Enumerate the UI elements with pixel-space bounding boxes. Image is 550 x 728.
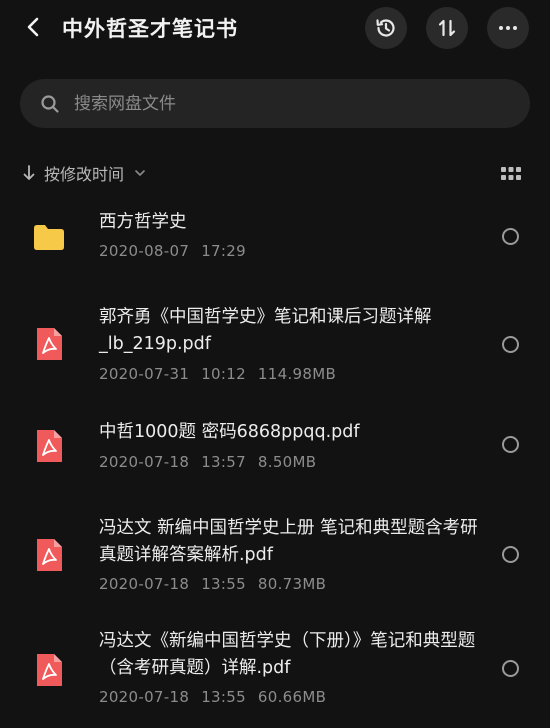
back-button[interactable] (18, 12, 48, 42)
list-item[interactable]: 冯达文 新编中国哲学史上册 笔记和典型题含考研真题详解答案解析.pdf 2020… (0, 505, 550, 615)
file-time: 13:57 (201, 453, 246, 471)
search-bar[interactable] (20, 79, 530, 128)
file-date: 2020-07-18 (99, 575, 190, 593)
list-item[interactable]: 西方哲学史 2020-08-07 17:29 (0, 190, 550, 280)
file-meta: 2020-07-18 13:57 8.50MB (99, 453, 328, 471)
top-bar: 中外哲圣才笔记书 (0, 0, 550, 56)
folder-icon (31, 219, 67, 255)
list-item[interactable]: 冯达文《新编中国哲学史（下册）》笔记和典型题（含考研真题）详解.pdf 2020… (0, 622, 550, 728)
pdf-icon (31, 652, 67, 688)
file-time: 13:55 (201, 688, 246, 706)
file-time: 10:12 (201, 365, 246, 383)
chevron-down-icon (134, 169, 146, 177)
file-size: 8.50MB (257, 453, 317, 471)
search-icon (41, 94, 59, 113)
file-date: 2020-07-18 (99, 688, 190, 706)
file-name: 冯达文《新编中国哲学史（下册）》笔记和典型题（含考研真题）详解.pdf (99, 631, 476, 678)
file-size: 60.66MB (257, 688, 327, 706)
sort-arrows-icon (438, 19, 456, 37)
arrow-down-icon (23, 165, 35, 180)
chevron-left-icon (27, 17, 39, 37)
file-size: 80.73MB (257, 575, 327, 593)
file-meta: 2020-08-07 17:29 (99, 242, 270, 260)
file-name: 郭齐勇《中国哲学史》笔记和课后习题详解_lb_219p.pdf (99, 307, 432, 354)
file-size: 114.98MB (257, 365, 337, 383)
select-radio[interactable] (502, 660, 519, 677)
list-item[interactable]: 郭齐勇《中国哲学史》笔记和课后习题详解_lb_219p.pdf 2020-07-… (0, 290, 550, 400)
more-dots-icon (499, 26, 517, 30)
file-name: 中哲1000题 密码6868ppqq.pdf (99, 422, 360, 442)
file-meta: 2020-07-18 13:55 80.73MB (99, 575, 338, 593)
more-button[interactable] (487, 7, 529, 49)
pdf-icon (31, 428, 67, 464)
select-radio[interactable] (502, 546, 519, 563)
grid-view-button[interactable] (500, 166, 522, 182)
pdf-icon (31, 326, 67, 362)
sort-selector[interactable]: 按修改时间 (22, 158, 146, 188)
search-input[interactable] (74, 93, 494, 114)
select-radio[interactable] (502, 336, 519, 353)
sort-label: 按修改时间 (44, 165, 125, 184)
select-radio[interactable] (502, 436, 519, 453)
file-name: 冯达文 新编中国哲学史上册 笔记和典型题含考研真题详解答案解析.pdf (99, 518, 478, 565)
pdf-icon (31, 537, 67, 573)
file-meta: 2020-07-31 10:12 114.98MB (99, 365, 348, 383)
list-item[interactable]: 中哲1000题 密码6868ppqq.pdf 2020-07-18 13:57 8.… (0, 408, 550, 498)
file-name: 西方哲学史 (99, 212, 187, 232)
page-title: 中外哲圣才笔记书 (62, 17, 238, 41)
file-meta: 2020-07-18 13:55 60.66MB (99, 688, 338, 706)
sort-button[interactable] (426, 7, 468, 49)
file-date: 2020-08-07 (99, 242, 190, 260)
history-button[interactable] (365, 7, 407, 49)
history-icon (376, 19, 395, 37)
file-time: 13:55 (201, 575, 246, 593)
file-date: 2020-07-18 (99, 453, 190, 471)
select-radio[interactable] (502, 228, 519, 245)
file-time: 17:29 (201, 242, 246, 260)
grid-view-icon (501, 167, 521, 180)
file-date: 2020-07-31 (99, 365, 190, 383)
